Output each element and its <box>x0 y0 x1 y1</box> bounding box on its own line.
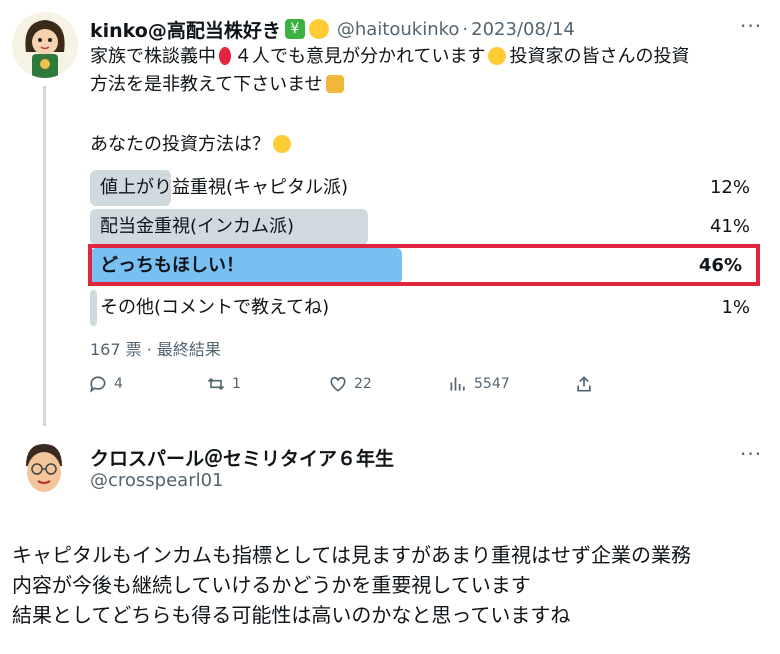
thread-line <box>43 86 46 426</box>
text-segment: ４人でも意見が分かれています <box>234 46 486 67</box>
avatar-illustration <box>12 12 78 78</box>
highlight-box <box>88 244 760 286</box>
poll-option: 値上がり益重視(キャピタル派) 12% <box>90 170 750 206</box>
views-count: 5547 <box>474 376 510 392</box>
poll-option-label: 配当金重視(インカム派) <box>100 216 295 237</box>
poll-option-percent: 41% <box>709 216 750 237</box>
reply-text-line: キャピタルもインカムも指標としては見ますがあまり重視はせず企業の業務 <box>12 543 691 567</box>
heart-icon <box>330 376 346 392</box>
text-segment: 方法を是非教えて下さいませ <box>90 74 323 95</box>
pray-emoji-icon <box>325 75 344 93</box>
poll-question: あなたの投資方法は？ <box>90 132 294 158</box>
chart-emoji-icon: ¥ <box>284 19 305 39</box>
tweet-date[interactable]: 2023/08/14 <box>471 19 575 40</box>
share-button[interactable] <box>574 374 594 394</box>
retweet-icon <box>207 377 225 391</box>
tweet-header: kinko@高配当株好き ¥ @haitoukinko · 2023/08/14 <box>90 16 575 42</box>
separator: · <box>462 18 469 40</box>
poll-option-label: その他(コメントで教えてね) <box>100 297 330 318</box>
text-segment: あなたの投資方法は？ <box>90 134 270 155</box>
poll-votes-status: 167 票 · 最終結果 <box>90 340 221 359</box>
exclamation-emoji-icon <box>219 47 231 65</box>
poll-option: 配当金重視(インカム派) 41% <box>90 209 750 245</box>
reply-avatar[interactable] <box>12 436 76 500</box>
poll-bar <box>90 290 97 326</box>
more-options-icon[interactable]: ··· <box>740 14 762 38</box>
like-button[interactable]: 22 <box>328 374 372 394</box>
reply-button[interactable]: 4 <box>88 374 123 394</box>
text-segment: 投資家の皆さんの投資 <box>509 46 690 67</box>
text-segment: 家族で株談義中 <box>90 46 216 67</box>
smile-emoji-icon <box>308 19 329 39</box>
reply-count: 4 <box>114 376 123 392</box>
avatar[interactable] <box>12 12 78 78</box>
thinking-emoji-icon <box>273 135 291 153</box>
views-icon <box>450 377 465 391</box>
like-count: 22 <box>354 376 372 392</box>
tweet-actions: 4 1 22 5547 <box>88 374 608 402</box>
poll-option-percent: 12% <box>709 177 750 198</box>
share-icon <box>577 376 591 392</box>
handle[interactable]: @haitoukinko <box>337 19 460 40</box>
sweat-smile-emoji-icon <box>488 47 507 65</box>
views-button[interactable]: 5547 <box>448 374 510 394</box>
poll-option-percent: 1% <box>721 297 750 318</box>
poll-option: その他(コメントで教えてね) 1% <box>90 290 750 326</box>
tweet-text-line2: 方法を是非教えて下さいませ <box>90 72 347 98</box>
reply-text: キャピタルもインカムも指標としては見ますがあまり重視はせず企業の業務 内容が今後… <box>12 540 691 630</box>
retweet-button[interactable]: 1 <box>206 374 241 394</box>
display-name[interactable]: kinko@高配当株好き <box>90 16 281 43</box>
reply-handle[interactable]: @crosspearl01 <box>90 470 224 491</box>
poll-option-label: 値上がり益重視(キャピタル派) <box>100 177 349 198</box>
tweet-text-line1: 家族で株談義中 ４人でも意見が分かれています 投資家の皆さんの投資 <box>90 44 689 70</box>
reply-text-line: 内容が今後も継続していけるかどうかを重要視しています <box>12 573 531 597</box>
reply-icon <box>89 376 106 393</box>
avatar-illustration <box>12 436 76 500</box>
reply-text-line: 結果としてどちらも得る可能性は高いのかなと思っていますね <box>12 603 571 627</box>
reply-display-name[interactable]: クロスパール＠セミリタイア６年生 <box>90 444 394 471</box>
retweet-count: 1 <box>232 376 241 392</box>
reply-more-options-icon[interactable]: ··· <box>740 442 762 466</box>
